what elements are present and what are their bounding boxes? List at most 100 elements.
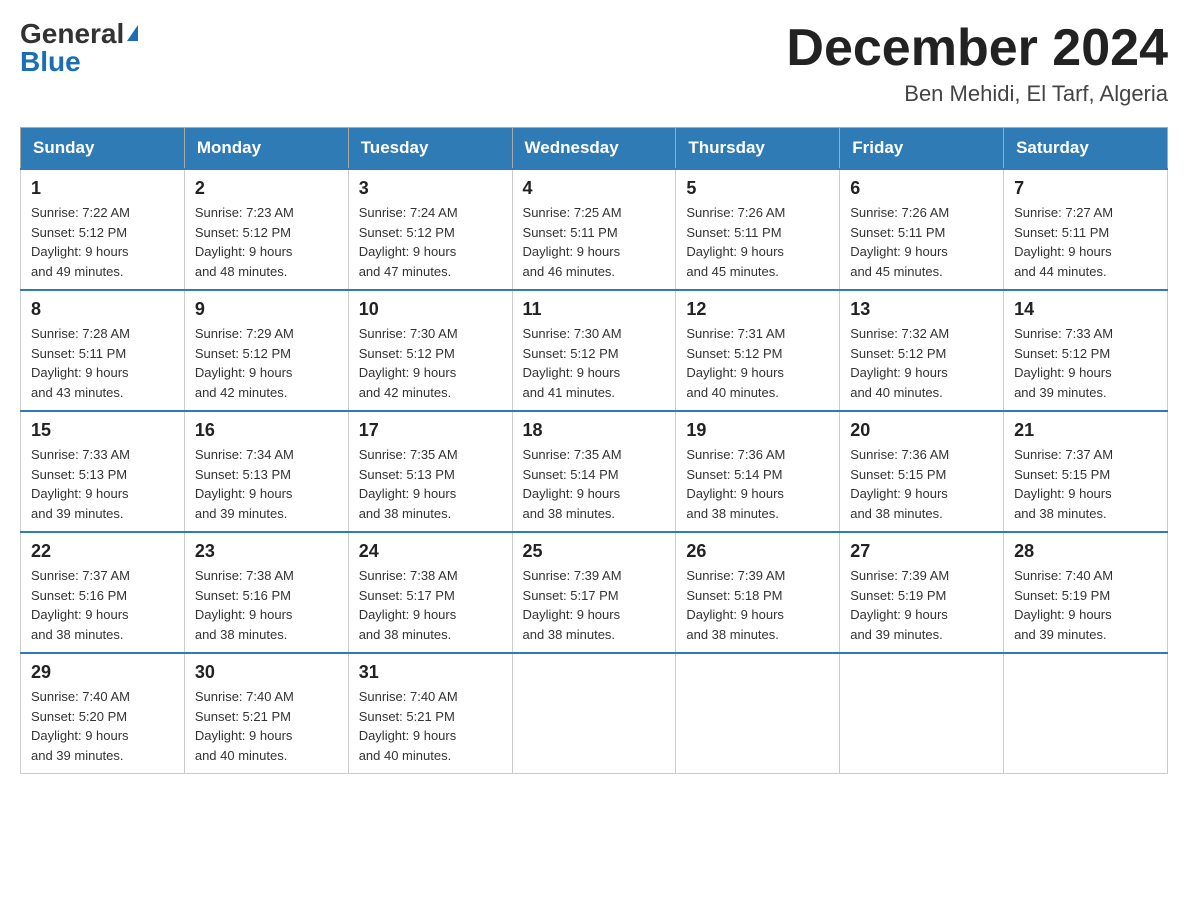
calendar-cell: 19 Sunrise: 7:36 AM Sunset: 5:14 PM Dayl… xyxy=(676,411,840,532)
day-info: Sunrise: 7:32 AM Sunset: 5:12 PM Dayligh… xyxy=(850,324,993,402)
day-number: 5 xyxy=(686,178,829,199)
calendar-cell: 7 Sunrise: 7:27 AM Sunset: 5:11 PM Dayli… xyxy=(1004,169,1168,290)
calendar-cell: 27 Sunrise: 7:39 AM Sunset: 5:19 PM Dayl… xyxy=(840,532,1004,653)
day-number: 27 xyxy=(850,541,993,562)
day-info: Sunrise: 7:33 AM Sunset: 5:13 PM Dayligh… xyxy=(31,445,174,523)
day-number: 15 xyxy=(31,420,174,441)
day-number: 4 xyxy=(523,178,666,199)
calendar-cell: 25 Sunrise: 7:39 AM Sunset: 5:17 PM Dayl… xyxy=(512,532,676,653)
calendar-cell: 24 Sunrise: 7:38 AM Sunset: 5:17 PM Dayl… xyxy=(348,532,512,653)
day-number: 8 xyxy=(31,299,174,320)
day-info: Sunrise: 7:35 AM Sunset: 5:13 PM Dayligh… xyxy=(359,445,502,523)
day-info: Sunrise: 7:38 AM Sunset: 5:17 PM Dayligh… xyxy=(359,566,502,644)
day-info: Sunrise: 7:30 AM Sunset: 5:12 PM Dayligh… xyxy=(523,324,666,402)
calendar-cell: 8 Sunrise: 7:28 AM Sunset: 5:11 PM Dayli… xyxy=(21,290,185,411)
day-number: 28 xyxy=(1014,541,1157,562)
day-info: Sunrise: 7:38 AM Sunset: 5:16 PM Dayligh… xyxy=(195,566,338,644)
month-title: December 2024 xyxy=(786,20,1168,77)
day-info: Sunrise: 7:37 AM Sunset: 5:15 PM Dayligh… xyxy=(1014,445,1157,523)
calendar-cell: 3 Sunrise: 7:24 AM Sunset: 5:12 PM Dayli… xyxy=(348,169,512,290)
day-number: 6 xyxy=(850,178,993,199)
week-row-1: 1 Sunrise: 7:22 AM Sunset: 5:12 PM Dayli… xyxy=(21,169,1168,290)
logo-blue-text: Blue xyxy=(20,48,81,76)
day-info: Sunrise: 7:27 AM Sunset: 5:11 PM Dayligh… xyxy=(1014,203,1157,281)
logo-general-text: General xyxy=(20,20,124,48)
day-info: Sunrise: 7:40 AM Sunset: 5:20 PM Dayligh… xyxy=(31,687,174,765)
calendar-cell: 15 Sunrise: 7:33 AM Sunset: 5:13 PM Dayl… xyxy=(21,411,185,532)
day-info: Sunrise: 7:26 AM Sunset: 5:11 PM Dayligh… xyxy=(850,203,993,281)
calendar-cell: 18 Sunrise: 7:35 AM Sunset: 5:14 PM Dayl… xyxy=(512,411,676,532)
calendar-cell: 23 Sunrise: 7:38 AM Sunset: 5:16 PM Dayl… xyxy=(184,532,348,653)
day-number: 31 xyxy=(359,662,502,683)
logo-triangle-icon xyxy=(127,25,138,41)
day-number: 18 xyxy=(523,420,666,441)
logo: General Blue xyxy=(20,20,138,76)
day-info: Sunrise: 7:28 AM Sunset: 5:11 PM Dayligh… xyxy=(31,324,174,402)
day-info: Sunrise: 7:40 AM Sunset: 5:21 PM Dayligh… xyxy=(195,687,338,765)
week-row-4: 22 Sunrise: 7:37 AM Sunset: 5:16 PM Dayl… xyxy=(21,532,1168,653)
day-number: 26 xyxy=(686,541,829,562)
day-number: 23 xyxy=(195,541,338,562)
day-info: Sunrise: 7:36 AM Sunset: 5:14 PM Dayligh… xyxy=(686,445,829,523)
calendar-cell: 30 Sunrise: 7:40 AM Sunset: 5:21 PM Dayl… xyxy=(184,653,348,774)
col-tuesday: Tuesday xyxy=(348,128,512,170)
day-info: Sunrise: 7:39 AM Sunset: 5:17 PM Dayligh… xyxy=(523,566,666,644)
calendar-cell: 4 Sunrise: 7:25 AM Sunset: 5:11 PM Dayli… xyxy=(512,169,676,290)
day-info: Sunrise: 7:40 AM Sunset: 5:21 PM Dayligh… xyxy=(359,687,502,765)
day-number: 19 xyxy=(686,420,829,441)
day-number: 10 xyxy=(359,299,502,320)
days-of-week-row: Sunday Monday Tuesday Wednesday Thursday… xyxy=(21,128,1168,170)
day-info: Sunrise: 7:25 AM Sunset: 5:11 PM Dayligh… xyxy=(523,203,666,281)
calendar-cell xyxy=(840,653,1004,774)
day-number: 14 xyxy=(1014,299,1157,320)
day-number: 21 xyxy=(1014,420,1157,441)
calendar-cell: 29 Sunrise: 7:40 AM Sunset: 5:20 PM Dayl… xyxy=(21,653,185,774)
day-info: Sunrise: 7:40 AM Sunset: 5:19 PM Dayligh… xyxy=(1014,566,1157,644)
day-info: Sunrise: 7:23 AM Sunset: 5:12 PM Dayligh… xyxy=(195,203,338,281)
day-info: Sunrise: 7:30 AM Sunset: 5:12 PM Dayligh… xyxy=(359,324,502,402)
calendar-cell: 6 Sunrise: 7:26 AM Sunset: 5:11 PM Dayli… xyxy=(840,169,1004,290)
day-info: Sunrise: 7:22 AM Sunset: 5:12 PM Dayligh… xyxy=(31,203,174,281)
day-number: 2 xyxy=(195,178,338,199)
calendar-cell: 10 Sunrise: 7:30 AM Sunset: 5:12 PM Dayl… xyxy=(348,290,512,411)
week-row-3: 15 Sunrise: 7:33 AM Sunset: 5:13 PM Dayl… xyxy=(21,411,1168,532)
calendar-cell xyxy=(512,653,676,774)
calendar-cell: 2 Sunrise: 7:23 AM Sunset: 5:12 PM Dayli… xyxy=(184,169,348,290)
calendar-cell: 1 Sunrise: 7:22 AM Sunset: 5:12 PM Dayli… xyxy=(21,169,185,290)
day-number: 16 xyxy=(195,420,338,441)
day-number: 20 xyxy=(850,420,993,441)
week-row-5: 29 Sunrise: 7:40 AM Sunset: 5:20 PM Dayl… xyxy=(21,653,1168,774)
calendar-cell xyxy=(1004,653,1168,774)
calendar-table: Sunday Monday Tuesday Wednesday Thursday… xyxy=(20,127,1168,774)
page-header: General Blue December 2024 Ben Mehidi, E… xyxy=(20,20,1168,107)
day-number: 29 xyxy=(31,662,174,683)
day-number: 25 xyxy=(523,541,666,562)
day-info: Sunrise: 7:31 AM Sunset: 5:12 PM Dayligh… xyxy=(686,324,829,402)
day-number: 1 xyxy=(31,178,174,199)
calendar-cell: 26 Sunrise: 7:39 AM Sunset: 5:18 PM Dayl… xyxy=(676,532,840,653)
calendar-cell: 11 Sunrise: 7:30 AM Sunset: 5:12 PM Dayl… xyxy=(512,290,676,411)
week-row-2: 8 Sunrise: 7:28 AM Sunset: 5:11 PM Dayli… xyxy=(21,290,1168,411)
calendar-cell xyxy=(676,653,840,774)
day-number: 11 xyxy=(523,299,666,320)
day-info: Sunrise: 7:35 AM Sunset: 5:14 PM Dayligh… xyxy=(523,445,666,523)
col-monday: Monday xyxy=(184,128,348,170)
day-number: 24 xyxy=(359,541,502,562)
col-sunday: Sunday xyxy=(21,128,185,170)
day-info: Sunrise: 7:26 AM Sunset: 5:11 PM Dayligh… xyxy=(686,203,829,281)
calendar-cell: 17 Sunrise: 7:35 AM Sunset: 5:13 PM Dayl… xyxy=(348,411,512,532)
calendar-cell: 16 Sunrise: 7:34 AM Sunset: 5:13 PM Dayl… xyxy=(184,411,348,532)
day-info: Sunrise: 7:39 AM Sunset: 5:18 PM Dayligh… xyxy=(686,566,829,644)
day-info: Sunrise: 7:33 AM Sunset: 5:12 PM Dayligh… xyxy=(1014,324,1157,402)
location-title: Ben Mehidi, El Tarf, Algeria xyxy=(786,81,1168,107)
col-thursday: Thursday xyxy=(676,128,840,170)
calendar-cell: 13 Sunrise: 7:32 AM Sunset: 5:12 PM Dayl… xyxy=(840,290,1004,411)
col-friday: Friday xyxy=(840,128,1004,170)
day-number: 9 xyxy=(195,299,338,320)
title-area: December 2024 Ben Mehidi, El Tarf, Alger… xyxy=(786,20,1168,107)
calendar-cell: 22 Sunrise: 7:37 AM Sunset: 5:16 PM Dayl… xyxy=(21,532,185,653)
calendar-cell: 31 Sunrise: 7:40 AM Sunset: 5:21 PM Dayl… xyxy=(348,653,512,774)
calendar-cell: 12 Sunrise: 7:31 AM Sunset: 5:12 PM Dayl… xyxy=(676,290,840,411)
day-number: 17 xyxy=(359,420,502,441)
day-info: Sunrise: 7:36 AM Sunset: 5:15 PM Dayligh… xyxy=(850,445,993,523)
